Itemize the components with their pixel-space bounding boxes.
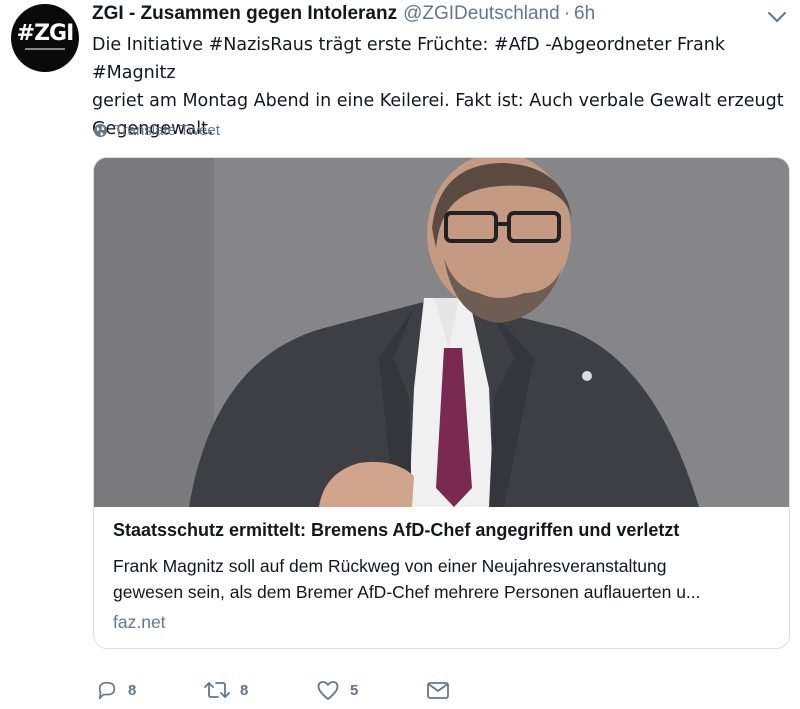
avatar[interactable]: #ZGI: [11, 4, 79, 72]
translate-label: Translate Tweet: [114, 122, 220, 139]
chevron-down-icon[interactable]: [766, 10, 788, 24]
retweet-button[interactable]: 8: [204, 679, 248, 701]
reply-button[interactable]: 8: [96, 679, 136, 701]
link-card[interactable]: Staatsschutz ermittelt: Bremens AfD-Chef…: [93, 157, 790, 649]
message-icon: [427, 682, 449, 699]
direct-message-button[interactable]: [426, 679, 450, 701]
tweet-text-line: geriet am Montag Abend in eine Keilerei.…: [92, 91, 784, 111]
tweet-timestamp[interactable]: 6h: [574, 3, 595, 25]
tweet-text-line: Die Initiative #NazisRaus trägt erste Fr…: [92, 35, 725, 83]
card-description: Frank Magnitz soll auf dem Rückweg von e…: [113, 553, 773, 605]
globe-icon: [93, 123, 108, 138]
retweet-count: 8: [240, 681, 249, 699]
retweet-icon: [204, 682, 230, 698]
card-description-line: gewesen sein, als dem Bremer AfD-Chef me…: [113, 582, 701, 602]
card-image: [94, 158, 789, 507]
translate-tweet-link[interactable]: Translate Tweet: [93, 122, 220, 139]
card-title: Staatsschutz ermittelt: Bremens AfD-Chef…: [113, 520, 680, 540]
card-description-line: Frank Magnitz soll auf dem Rückweg von e…: [113, 556, 667, 576]
user-handle[interactable]: @ZGIDeutschland: [403, 3, 560, 25]
card-domain: faz.net: [113, 612, 166, 632]
reply-count: 8: [128, 681, 137, 699]
card-photo: [94, 158, 789, 507]
display-name[interactable]: ZGI - Zusammen gegen Intoleranz: [92, 3, 397, 25]
reply-icon: [98, 681, 116, 700]
like-icon: [317, 681, 339, 700]
avatar-logo-underline: [25, 48, 65, 50]
like-button[interactable]: 5: [316, 679, 358, 701]
like-count: 5: [350, 681, 359, 699]
tweet-header: ZGI - Zusammen gegen Intoleranz @ZGIDeut…: [92, 3, 595, 25]
avatar-logo-text: #ZGI: [16, 21, 75, 46]
header-separator: ·: [563, 3, 571, 24]
